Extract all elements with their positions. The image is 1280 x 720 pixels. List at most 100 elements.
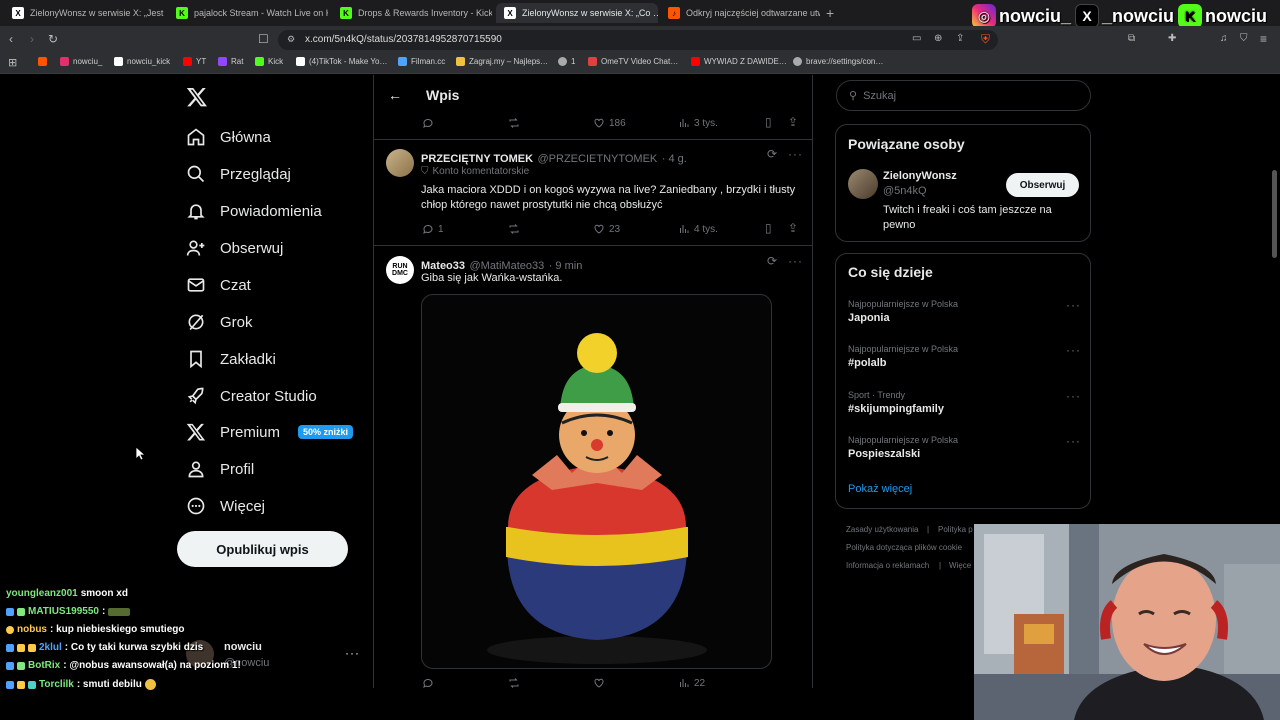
nav-chat[interactable]: Czat bbox=[186, 270, 251, 300]
bookmark-page-icon[interactable]: ☐ bbox=[258, 32, 269, 46]
reply-button[interactable] bbox=[422, 677, 434, 688]
post-button[interactable]: Opublikuj wpis bbox=[177, 531, 348, 567]
bookmark-item[interactable]: WYWIAD Z DAWIDE… bbox=[691, 57, 787, 66]
reply-button[interactable] bbox=[422, 117, 434, 129]
footer-link-privacy[interactable]: Polityka p bbox=[938, 525, 973, 534]
bookmark-item[interactable]: Filman.cc bbox=[398, 57, 445, 66]
site-info-icon[interactable]: ⚙ bbox=[287, 34, 295, 45]
forward-icon[interactable]: › bbox=[30, 32, 34, 46]
nav-follow[interactable]: Obserwuj bbox=[186, 233, 283, 263]
grok-icon[interactable]: ⟳ bbox=[767, 254, 777, 268]
bookmark-item[interactable]: nowciu_ bbox=[60, 57, 102, 66]
footer-link-cookies[interactable]: Polityka dotycząca plików cookie bbox=[846, 543, 962, 552]
footer-link-more[interactable]: Więce bbox=[949, 561, 971, 570]
url-text[interactable]: x.com/5n4kQ/status/2037814952870715590 bbox=[305, 34, 502, 45]
bookmark-item[interactable] bbox=[38, 57, 47, 66]
page-scrollbar[interactable] bbox=[1272, 170, 1277, 258]
new-tab-button[interactable]: + bbox=[826, 5, 834, 21]
repost-button[interactable] bbox=[508, 223, 520, 235]
share-icon[interactable]: ⇪ bbox=[788, 115, 798, 129]
browser-tab[interactable]: K Drops & Rewards Inventory - Kick St… bbox=[332, 3, 492, 23]
nav-premium[interactable]: Premium 50% zniżki bbox=[186, 417, 354, 447]
repost-button[interactable] bbox=[508, 117, 520, 129]
related-user-name[interactable]: ZielonyWonsz bbox=[883, 170, 957, 182]
share-icon[interactable]: ⇪ bbox=[788, 221, 798, 235]
like-button[interactable]: 23 bbox=[593, 223, 620, 235]
follow-button[interactable]: Obserwuj bbox=[1006, 173, 1079, 197]
footer-link-ads[interactable]: Informacja o reklamach bbox=[846, 561, 929, 570]
extension-icon[interactable]: ⧉ bbox=[1128, 33, 1135, 44]
more-icon[interactable]: ··· bbox=[788, 254, 803, 268]
trend-item[interactable]: Pospieszalski bbox=[848, 448, 920, 460]
browser-tab-active[interactable]: X ZielonyWonsz w serwisie X: „Co … ✕ bbox=[496, 3, 658, 23]
reply-button[interactable]: 1 bbox=[422, 223, 444, 235]
browser-tab[interactable]: ♪ Odkryj najczęściej odtwarzane utwo… bbox=[660, 3, 820, 23]
views-button[interactable]: 3 tys. bbox=[678, 117, 718, 129]
youtube-icon bbox=[691, 57, 700, 66]
bookmark-item[interactable]: (4)TikTok - Make Yo… bbox=[296, 57, 387, 66]
shield-icon[interactable]: ⛉ bbox=[1240, 33, 1248, 44]
bookmark-item[interactable]: Zagraj.my – Najleps… bbox=[456, 57, 548, 66]
related-user-handle[interactable]: @5n4kQ bbox=[883, 185, 927, 197]
music-icon[interactable]: ♫ bbox=[1220, 33, 1228, 44]
bookmark-item[interactable]: 1 bbox=[558, 57, 575, 66]
more-icon[interactable]: ··· bbox=[1066, 298, 1081, 312]
avatar[interactable] bbox=[848, 169, 878, 199]
post-image[interactable] bbox=[421, 294, 772, 669]
reload-icon[interactable]: ↻ bbox=[48, 32, 58, 46]
browser-tab[interactable]: K pajalock Stream - Watch Live on Kick bbox=[168, 3, 328, 23]
more-icon[interactable]: ··· bbox=[1066, 389, 1081, 403]
post-time[interactable]: · 4 g. bbox=[662, 153, 687, 165]
nav-more[interactable]: Więcej bbox=[186, 491, 265, 521]
avatar[interactable] bbox=[386, 149, 414, 177]
bookmark-item[interactable]: nowciu_kick bbox=[114, 57, 170, 66]
bookmark-item[interactable]: OmeTV Video Chat… bbox=[588, 57, 678, 66]
bookmark-item[interactable]: YT bbox=[183, 57, 206, 66]
more-icon[interactable]: ··· bbox=[788, 147, 803, 161]
views-button[interactable]: 4 tys. bbox=[678, 223, 718, 235]
reply-count: 1 bbox=[438, 223, 444, 235]
nav-explore[interactable]: Przeglądaj bbox=[186, 159, 291, 189]
zoom-icon[interactable]: ⊕ bbox=[934, 33, 942, 44]
bookmark-item[interactable]: Kick bbox=[255, 57, 283, 66]
nav-profile[interactable]: Profil bbox=[186, 454, 254, 484]
share-icon[interactable]: ⇪ bbox=[956, 33, 964, 44]
chat-badge-icon bbox=[6, 680, 14, 689]
nav-home[interactable]: Główna bbox=[186, 122, 271, 152]
nav-bookmarks[interactable]: Zakładki bbox=[186, 344, 276, 374]
grok-icon[interactable]: ⟳ bbox=[767, 147, 777, 161]
trend-item[interactable]: #polalb bbox=[848, 357, 887, 369]
author-name[interactable]: PRZECIĘTNY TOMEK bbox=[421, 153, 533, 165]
menu-icon[interactable]: ≡ bbox=[1260, 32, 1267, 46]
brave-shield-icon[interactable]: ⛨ bbox=[981, 32, 990, 47]
cast-icon[interactable]: ▭ bbox=[912, 33, 921, 44]
nav-creator-studio[interactable]: Creator Studio bbox=[186, 381, 317, 411]
bookmark-item[interactable]: Rat bbox=[218, 57, 243, 66]
like-button[interactable]: 186 bbox=[593, 117, 626, 129]
x-logo-icon[interactable] bbox=[186, 86, 208, 108]
more-icon[interactable]: ··· bbox=[1066, 434, 1081, 448]
avatar[interactable]: RUN DMC bbox=[386, 256, 414, 284]
back-icon[interactable]: ‹ bbox=[9, 32, 13, 46]
more-icon[interactable]: ··· bbox=[1066, 343, 1081, 357]
footer-link-terms[interactable]: Zasady użytkowania bbox=[846, 525, 918, 534]
show-more-link[interactable]: Pokaż więcej bbox=[848, 483, 912, 495]
trend-item[interactable]: #skijumpingfamily bbox=[848, 403, 944, 415]
views-button[interactable]: 22 bbox=[678, 677, 705, 688]
search-input[interactable]: ⚲ Szukaj bbox=[836, 80, 1091, 111]
puzzle-icon[interactable]: ✚ bbox=[1168, 33, 1176, 44]
bookmark-icon[interactable]: ▯ bbox=[765, 221, 772, 235]
trend-item[interactable]: Japonia bbox=[848, 312, 890, 324]
account-more-icon[interactable]: ··· bbox=[345, 646, 360, 660]
like-button[interactable] bbox=[593, 677, 605, 688]
account-name[interactable]: nowciu bbox=[224, 641, 262, 653]
bookmark-icon[interactable]: ▯ bbox=[765, 115, 772, 129]
author-handle[interactable]: @PRZECIETNYTOMEK bbox=[538, 153, 658, 165]
bookmark-item[interactable]: brave://settings/con… bbox=[793, 57, 883, 66]
back-arrow-icon[interactable]: ← bbox=[388, 87, 402, 103]
nav-notifications[interactable]: Powiadomienia bbox=[186, 196, 322, 226]
apps-grid-icon[interactable]: ⊞ bbox=[8, 56, 17, 69]
browser-tab[interactable]: X ZielonyWonsz w serwisie X: „Jest jes… bbox=[4, 3, 164, 23]
nav-grok[interactable]: Grok bbox=[186, 307, 253, 337]
repost-button[interactable] bbox=[508, 677, 520, 688]
